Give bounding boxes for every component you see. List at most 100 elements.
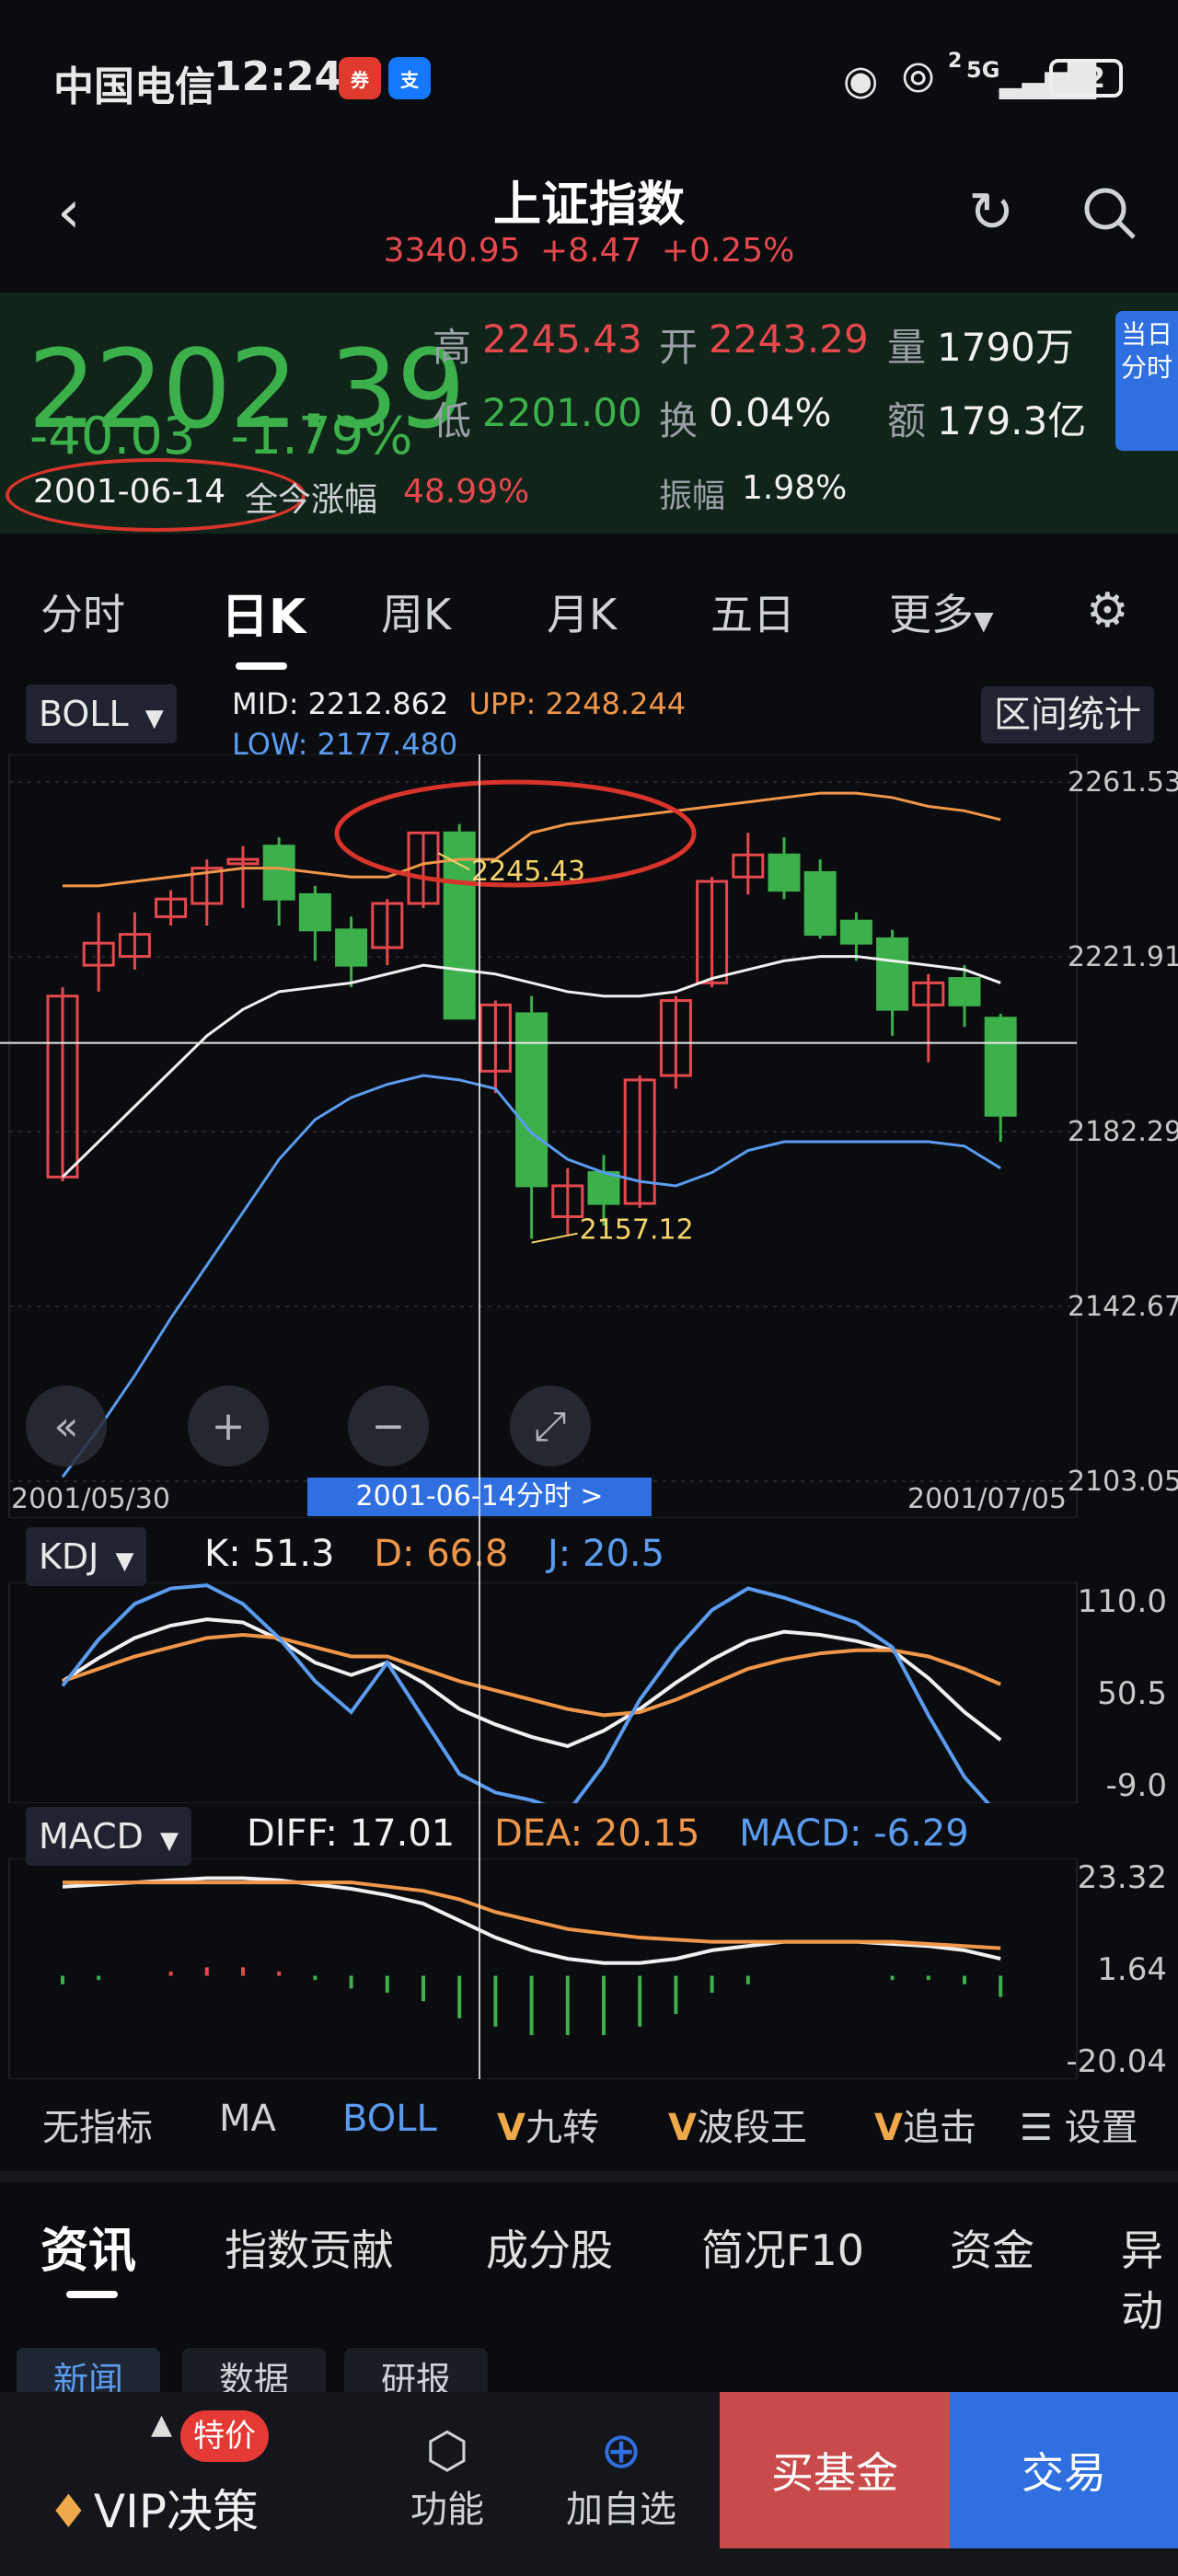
- vip-v-icon: V: [668, 2107, 697, 2149]
- trade-button[interactable]: 交易: [950, 2392, 1178, 2548]
- news-tab-anomaly[interactable]: 异动: [1121, 2217, 1178, 2339]
- y-tick-label: 50.5: [1097, 1675, 1167, 1712]
- tab-day-k[interactable]: 日K: [221, 578, 306, 647]
- candle-body: [803, 870, 837, 937]
- y-tick-label: 23.32: [1078, 1859, 1167, 1896]
- quote-panel: 2202.39 -40.03 -1.79% 2001-06-14 全今涨幅 48…: [0, 293, 1178, 534]
- diff-label: DIFF:: [247, 1812, 338, 1855]
- y-tick-label: 110.0: [1078, 1583, 1167, 1620]
- indicator-tab-ma[interactable]: MA: [219, 2098, 276, 2140]
- d-value: 66.8: [426, 1533, 509, 1575]
- expand-icon: ⤢: [534, 1402, 567, 1450]
- macd-label: MACD:: [739, 1812, 862, 1855]
- scroll-left-button[interactable]: «: [26, 1386, 107, 1466]
- tab-month-k[interactable]: 月K: [547, 581, 617, 642]
- upp-label: UPP:: [468, 686, 537, 721]
- news-tab-info[interactable]: 资讯: [40, 2212, 136, 2281]
- indicator-tab-none[interactable]: 无指标: [42, 2098, 153, 2151]
- indicator-settings[interactable]: ☰ 设置: [1012, 2098, 1138, 2151]
- boll-selector-label: BOLL: [39, 694, 129, 734]
- indicator-tab-boll[interactable]: BOLL: [342, 2098, 437, 2140]
- boll-legend-top: MID: 2212.862 UPP: 2248.244: [232, 686, 686, 721]
- d-label: D:: [374, 1533, 415, 1575]
- function-button[interactable]: ⬡ 功能: [392, 2421, 502, 2533]
- tab-five-day[interactable]: 五日: [710, 581, 795, 642]
- kdj-chart[interactable]: 110.0 50.5 -9.0: [0, 1582, 1178, 1803]
- high-value: 2245.43: [482, 316, 642, 362]
- full-gain-value: 48.99%: [403, 473, 530, 511]
- low-value: 2201.00: [482, 390, 642, 435]
- kdj-selector[interactable]: KDJ ▼: [26, 1527, 147, 1586]
- y-tick-label: 2182.29: [1068, 1116, 1178, 1148]
- sub-price: 3340.95: [383, 232, 521, 270]
- eye-icon: ◉: [843, 57, 879, 104]
- fullscreen-button[interactable]: ⤢: [510, 1386, 591, 1466]
- gear-icon[interactable]: ⚙: [1086, 583, 1129, 638]
- y-tick-label: 2103.05: [1068, 1466, 1178, 1498]
- open-label: 开: [659, 325, 699, 370]
- series-line-j: [61, 1583, 991, 1803]
- network-type: 5G: [966, 57, 1000, 83]
- y-tick-label: 2142.67: [1068, 1291, 1178, 1323]
- news-tab-components[interactable]: 成分股: [486, 2217, 613, 2278]
- indicator-tab-nine[interactable]: V九转: [497, 2098, 599, 2151]
- news-tab-indicator: [66, 2291, 118, 2298]
- carrier: 中国电信: [53, 63, 215, 110]
- candle-body: [515, 1012, 549, 1188]
- news-tab-funds[interactable]: 资金: [950, 2217, 1034, 2278]
- refresh-icon[interactable]: ↻: [968, 180, 1014, 245]
- chevron-down-icon: ▼: [144, 705, 164, 732]
- mid-label: MID:: [232, 686, 299, 721]
- vip-decision-button[interactable]: ♦ VIP决策: [48, 2475, 259, 2541]
- volume-label: 量: [887, 325, 927, 370]
- status-bar: 中国电信 12:24 券 支 ◉ ⦾ 2 5G ▂▃▅▇ 72: [0, 0, 1178, 156]
- buy-fund-button[interactable]: 买基金: [720, 2392, 950, 2548]
- header: ‹ 上证指数 3340.95 +8.47 +0.25% ↻: [0, 156, 1178, 294]
- vip-v-icon: V: [874, 2107, 903, 2149]
- k-value: 51.3: [252, 1533, 335, 1575]
- period-tabs: 分时 日K 周K 月K 五日 更多▼ ⚙: [0, 552, 1178, 672]
- news-tab-contribution[interactable]: 指数贡献: [225, 2217, 394, 2278]
- vip-promo-badge: 特价: [180, 2410, 269, 2462]
- tab-week-k[interactable]: 周K: [381, 581, 451, 642]
- turnover-value: 0.04%: [709, 390, 832, 435]
- zoom-out-button[interactable]: −: [348, 1386, 429, 1466]
- macd-selector[interactable]: MACD ▼: [26, 1807, 192, 1866]
- day-minute-button[interactable]: 当日分时: [1115, 311, 1178, 451]
- candle-body: [335, 928, 368, 967]
- double-chevron-left-icon: «: [53, 1402, 79, 1450]
- hotspot-icon: ⦾: [902, 55, 935, 102]
- active-tab-indicator: [236, 662, 287, 670]
- crosshair-vertical: [479, 754, 480, 2079]
- candle-body: [984, 1017, 1017, 1117]
- indicator-tab-chase[interactable]: V追击: [874, 2098, 976, 2151]
- change-pct: -1.79%: [230, 407, 413, 466]
- sub-change: +8.47: [540, 232, 642, 270]
- boll-selector[interactable]: BOLL ▼: [26, 684, 177, 743]
- section-divider: [0, 2171, 1178, 2182]
- plus-circle-icon: ⊕: [600, 2421, 642, 2479]
- y-tick-label: -20.04: [1066, 2043, 1167, 2079]
- tab-more[interactable]: 更多▼: [889, 581, 994, 642]
- low-label: 低: [433, 398, 472, 443]
- notification-app-icon: 券: [339, 57, 381, 99]
- y-tick-label: -9.0: [1106, 1767, 1167, 1803]
- range-stats-button[interactable]: 区间统计: [981, 686, 1154, 743]
- macd-chart[interactable]: 23.32 1.64 -20.04: [0, 1858, 1178, 2079]
- news-tab-f10[interactable]: 简况F10: [701, 2217, 864, 2278]
- signal-sup: 2: [948, 50, 963, 73]
- low-marker-line: [531, 1232, 578, 1244]
- indicator-tab-wave[interactable]: V波段王: [668, 2098, 807, 2151]
- cube-icon: ⬡: [425, 2421, 469, 2479]
- zoom-in-button[interactable]: +: [188, 1386, 269, 1466]
- diff-value: 17.01: [349, 1812, 456, 1855]
- function-label: 功能: [410, 2489, 484, 2531]
- chevron-down-icon: ▼: [974, 605, 994, 636]
- tab-minute[interactable]: 分时: [40, 581, 125, 642]
- add-watchlist-button[interactable]: ⊕ 加自选: [552, 2421, 690, 2533]
- kline-chart[interactable]: 2261.532221.912182.292142.672103.052245.…: [0, 754, 1178, 1518]
- quote-date: 2001-06-14: [33, 473, 226, 511]
- search-icon[interactable]: [1082, 186, 1138, 245]
- candle-body: [839, 919, 872, 945]
- minus-icon: −: [371, 1402, 406, 1450]
